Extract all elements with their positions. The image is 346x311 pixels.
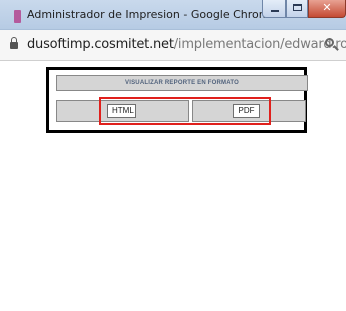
zoom-icon[interactable] [325,38,341,54]
chrome-app-icon [14,10,21,23]
address-bar[interactable]: dusoftimp.cosmitet.net/implementacion/ed… [0,30,346,61]
close-icon: ✕ [322,1,332,14]
window-titlebar[interactable]: Administrador de Impresion - Google Chro… [0,0,346,30]
highlight-annotation-box [99,97,271,125]
close-button[interactable]: ✕ [308,0,346,18]
minimize-button[interactable] [262,0,286,18]
url-host: dusoftimp.cosmitet.net [27,37,174,52]
url-path: /implementacion/edward.ro... [173,37,346,52]
page-content: VISUALIZAR REPORTE EN FORMATO HTML PDF [0,61,346,311]
url-text[interactable]: dusoftimp.cosmitet.net/implementacion/ed… [27,37,346,52]
maximize-icon [293,4,302,11]
report-format-header: VISUALIZAR REPORTE EN FORMATO [56,75,308,91]
window-controls: ✕ [262,0,346,20]
lock-icon[interactable] [10,37,18,49]
maximize-button[interactable] [286,0,308,18]
window-title: Administrador de Impresion - Google Chro… [27,8,277,21]
minimize-icon [271,10,279,12]
